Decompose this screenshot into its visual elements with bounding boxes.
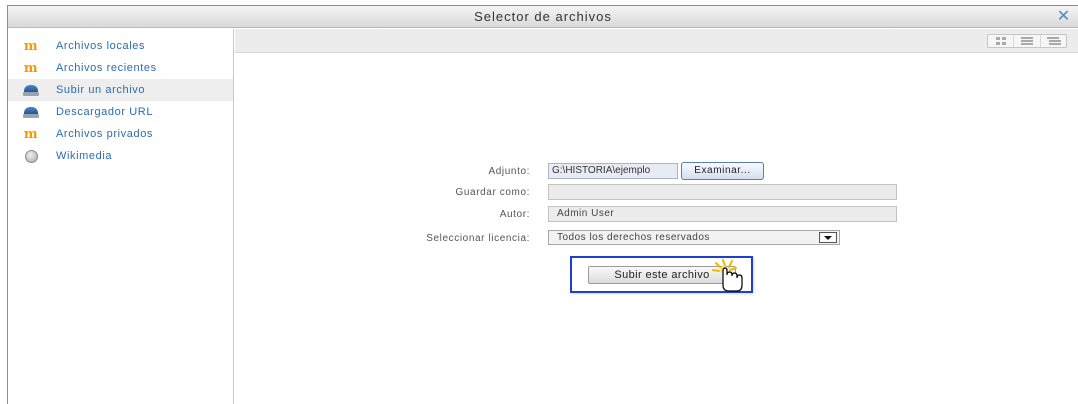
upload-icon — [22, 105, 40, 119]
sidebar-item-label: Archivos recientes — [56, 62, 157, 74]
author-field[interactable]: Admin User — [548, 206, 897, 222]
repository-sidebar: m Archivos locales m Archivos recientes … — [8, 29, 234, 404]
sidebar-item-descargador-url[interactable]: Descargador URL — [8, 101, 233, 123]
close-icon[interactable]: ✕ — [1056, 6, 1072, 28]
sidebar-item-label: Wikimedia — [56, 150, 113, 162]
globe-icon — [22, 149, 40, 163]
tree-view-button[interactable] — [1041, 35, 1066, 47]
license-select[interactable]: Todos los derechos reservados — [548, 230, 840, 245]
chevron-down-icon[interactable] — [819, 232, 837, 243]
moodle-icon: m — [23, 38, 39, 54]
author-label: Autor: — [499, 209, 530, 220]
sidebar-item-archivos-locales[interactable]: m Archivos locales — [8, 35, 233, 57]
dialog-titlebar: Selector de archivos ✕ — [8, 6, 1078, 28]
sidebar-item-label: Descargador URL — [56, 106, 154, 118]
attachment-file-input[interactable]: G:\HISTORIA\ejemplo — [548, 163, 678, 179]
browse-button[interactable]: Examinar... — [681, 162, 764, 180]
sidebar-item-label: Archivos locales — [56, 40, 146, 52]
hand-cursor-icon — [712, 259, 743, 292]
sidebar-item-archivos-privados[interactable]: m Archivos privados — [8, 123, 233, 145]
list-view-icon — [1020, 37, 1033, 45]
license-label: Seleccionar licencia: — [426, 233, 530, 244]
content-toolbar — [235, 29, 1078, 53]
save-as-label: Guardar como: — [455, 187, 530, 198]
sidebar-item-wikimedia[interactable]: Wikimedia — [8, 145, 233, 167]
moodle-icon: m — [23, 60, 39, 76]
view-switcher — [987, 34, 1067, 48]
moodle-icon: m — [23, 126, 39, 142]
save-as-field[interactable] — [548, 184, 897, 200]
list-view-button[interactable] — [1014, 35, 1041, 47]
dialog-title: Selector de archivos — [474, 9, 612, 24]
file-picker-dialog: Selector de archivos ✕ m Archivos locale… — [7, 5, 1078, 404]
sidebar-item-label: Subir un archivo — [56, 84, 146, 96]
grid-view-button[interactable] — [988, 35, 1015, 47]
sidebar-item-subir-archivo[interactable]: Subir un archivo — [8, 79, 233, 101]
sidebar-item-archivos-recientes[interactable]: m Archivos recientes — [8, 57, 233, 79]
tree-view-icon — [1047, 36, 1060, 46]
upload-icon — [22, 83, 40, 97]
attachment-label: Adjunto: — [488, 166, 530, 177]
grid-view-icon — [995, 37, 1006, 45]
license-selected-value: Todos los derechos reservados — [557, 232, 710, 243]
sidebar-item-label: Archivos privados — [56, 128, 154, 140]
